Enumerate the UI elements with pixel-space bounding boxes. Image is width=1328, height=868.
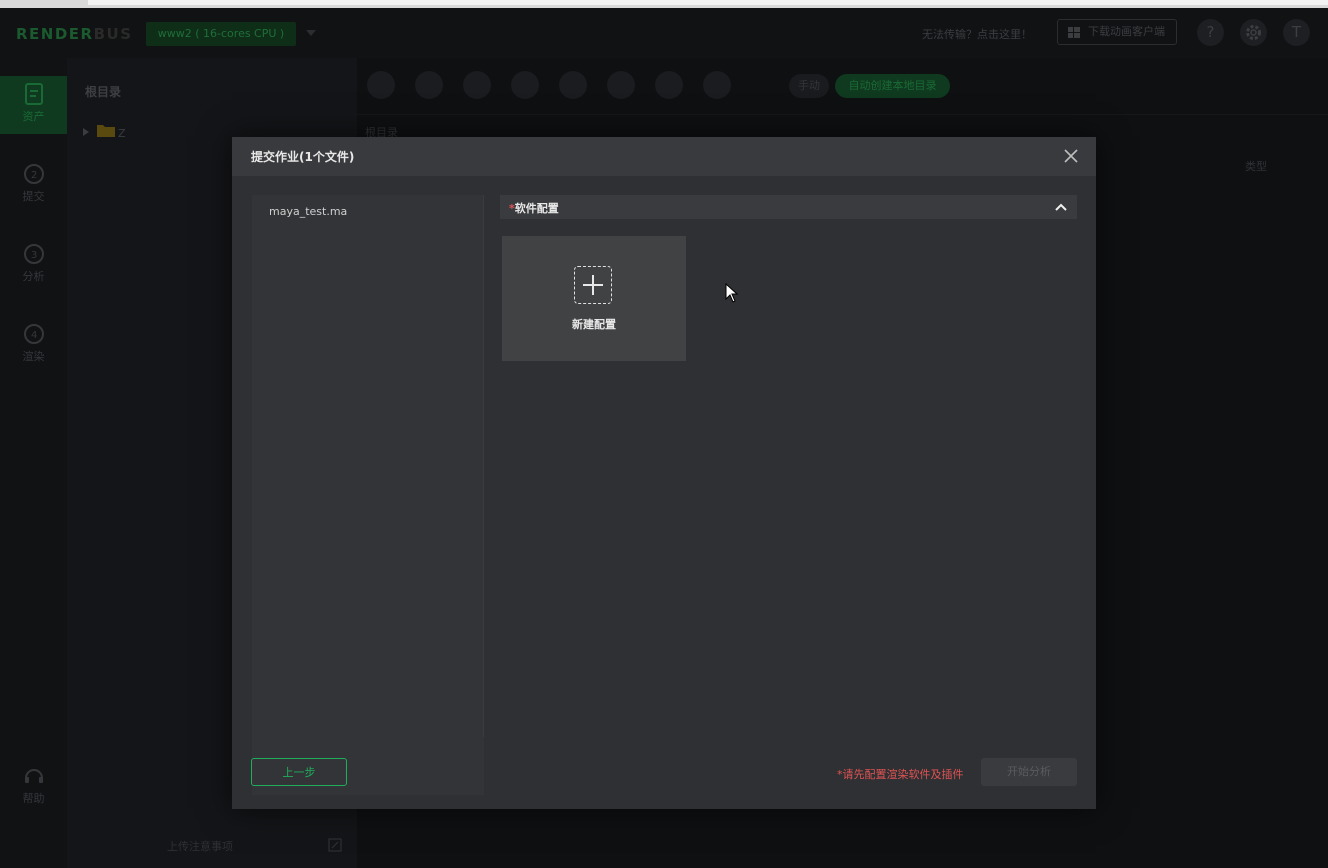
download-client-label: 下载动画客户端 <box>1088 25 1165 38</box>
plus-icon <box>574 266 612 304</box>
tree-root-title: 根目录 <box>85 85 122 99</box>
close-icon[interactable] <box>1062 147 1080 165</box>
panel-divider <box>483 195 484 737</box>
dialog-title: 提交作业(1个文件) <box>251 150 355 164</box>
edit-icon[interactable] <box>607 71 635 99</box>
file-list-panel: maya_test.ma <box>252 195 484 795</box>
nav-item-analyze[interactable]: 3 分析 <box>0 236 67 294</box>
manual-toggle[interactable]: 手动 <box>789 74 829 98</box>
nav-item-assets[interactable]: 资产 <box>0 76 67 134</box>
file-icon[interactable] <box>655 71 683 99</box>
logo-render: RENDER <box>16 25 94 43</box>
chevron-down-icon[interactable] <box>306 30 316 36</box>
submit-step2-icon: 2 <box>23 164 44 184</box>
user-avatar[interactable]: T <box>1283 19 1310 46</box>
new-folder-icon[interactable] <box>415 71 443 99</box>
software-config-section-header[interactable]: *软件配置 <box>500 195 1077 219</box>
windows-icon <box>1068 27 1080 38</box>
upload-notes-link[interactable]: 上传注意事项 <box>167 838 233 854</box>
headset-icon <box>24 769 43 783</box>
folder-icon <box>96 125 115 137</box>
tree-folder-row[interactable]: Z <box>81 124 126 140</box>
gear-glyph <box>1246 25 1261 40</box>
transfer-help-link[interactable]: 无法传输？点击这里！ <box>922 26 1032 42</box>
mouse-cursor-icon <box>725 283 739 303</box>
column-header-type: 类型 <box>1245 160 1267 173</box>
help-icon[interactable]: ? <box>1197 19 1224 46</box>
section-label-text: 软件配置 <box>514 202 559 215</box>
nav-label: 帮助 <box>22 792 45 805</box>
start-analysis-button[interactable]: 开始分析 <box>981 758 1077 786</box>
chevron-up-icon[interactable] <box>1054 200 1068 214</box>
svg-text:3: 3 <box>31 250 37 261</box>
new-config-label: 新建配置 <box>572 318 616 331</box>
nav-label: 资产 <box>22 110 45 123</box>
upload-icon[interactable] <box>367 71 395 99</box>
submit-job-dialog: 提交作业(1个文件) maya_test.ma *软件配置 新建配置 上一步 *… <box>232 137 1096 809</box>
environment-selector[interactable]: www2 ( 16-cores CPU ) <box>146 22 296 46</box>
new-config-card[interactable]: 新建配置 <box>502 236 686 361</box>
left-nav-rail: 资产 2 提交 3 分析 4 渲染 帮助 <box>0 58 67 868</box>
caret-right-icon[interactable] <box>81 127 91 137</box>
download-client-button[interactable]: 下载动画客户端 <box>1057 19 1177 45</box>
previous-step-button[interactable]: 上一步 <box>251 758 347 786</box>
svg-text:4: 4 <box>31 330 37 341</box>
copy-icon[interactable] <box>559 71 587 99</box>
window-top-bar <box>0 0 1328 8</box>
gear-icon[interactable] <box>1240 19 1267 46</box>
render-step4-icon: 4 <box>23 324 44 344</box>
nav-item-help[interactable]: 帮助 <box>0 758 67 816</box>
svg-text:2: 2 <box>31 170 37 181</box>
expand-icon[interactable] <box>328 838 342 852</box>
folder-name: Z <box>118 127 126 140</box>
nav-label: 分析 <box>22 270 45 283</box>
nav-label: 渲染 <box>22 350 45 363</box>
file-list-item[interactable]: maya_test.ma <box>269 205 347 218</box>
dialog-header: 提交作业(1个文件) <box>232 137 1096 176</box>
app-header: RENDERBUS www2 ( 16-cores CPU ) 无法传输？点击这… <box>0 8 1328 58</box>
nav-item-render[interactable]: 4 渲染 <box>0 316 67 374</box>
delete-icon[interactable] <box>703 71 731 99</box>
nav-item-submit[interactable]: 2 提交 <box>0 156 67 214</box>
logo-bus: BUS <box>93 25 133 43</box>
analyze-step3-icon: 3 <box>23 244 44 264</box>
asset-doc-icon <box>24 83 43 105</box>
section-label: *软件配置 <box>509 200 559 216</box>
move-icon[interactable] <box>511 71 539 99</box>
download-icon[interactable] <box>463 71 491 99</box>
nav-label: 提交 <box>22 190 45 203</box>
address-strip <box>88 0 1328 5</box>
toolbar-divider <box>357 114 1328 115</box>
config-warning-text: *请先配置渲染软件及插件 <box>837 768 964 781</box>
renderbus-logo: RENDERBUS <box>16 25 133 43</box>
auto-create-dir-toggle[interactable]: 自动创建本地目录 <box>835 74 950 98</box>
